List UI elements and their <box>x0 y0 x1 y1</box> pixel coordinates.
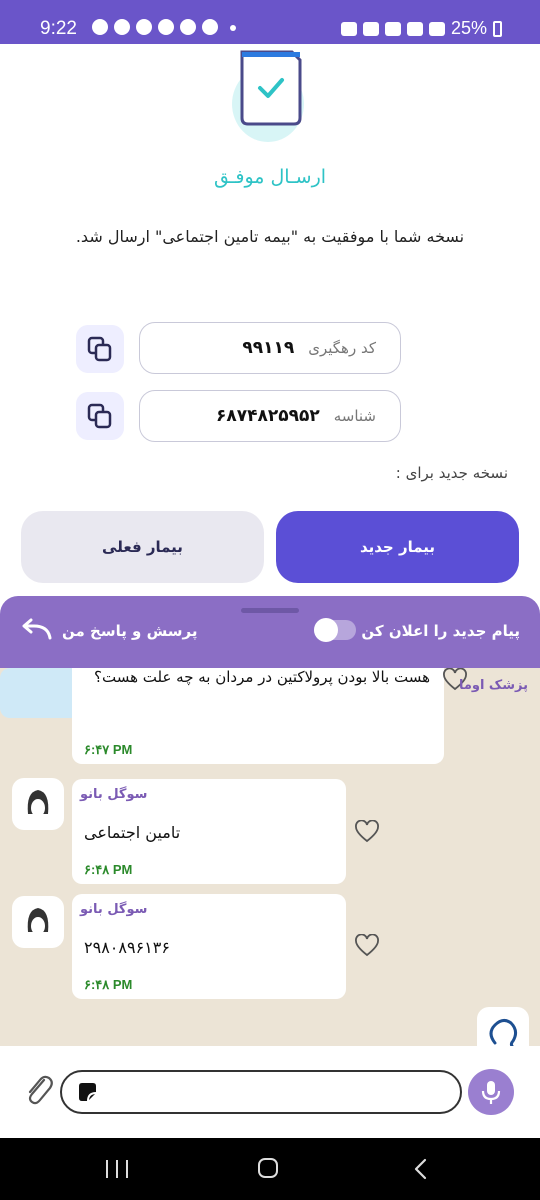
chat-messages[interactable]: هست بالا بودن پرولاکتین در مردان به چه ع… <box>0 668 540 1046</box>
paperclip-icon[interactable] <box>22 1072 54 1108</box>
heart-icon[interactable] <box>354 820 380 844</box>
home-button[interactable] <box>258 1158 278 1178</box>
message-text: هست بالا بودن پرولاکتین در مردان به چه ع… <box>94 668 430 686</box>
success-sheet: ارسـال موفـق نسخه شما با موفقیت به "بیمه… <box>0 44 540 584</box>
battery-icon <box>493 20 502 37</box>
eitaa-icon <box>180 19 196 35</box>
telegram-icon <box>92 19 108 35</box>
lte2-signal-icon <box>428 21 445 36</box>
id-field[interactable]: شناسه ۶۸۷۴۸۲۵۹۵۲ <box>139 390 401 442</box>
avatar[interactable] <box>12 778 64 830</box>
tracking-code-value: ۹۹۱۱۹ <box>242 338 295 358</box>
drag-handle[interactable] <box>241 608 299 613</box>
more-notifications-icon <box>230 25 236 31</box>
avatar[interactable] <box>12 896 64 948</box>
notify-label: پیام جدید را اعلان کن <box>361 622 520 640</box>
qa-label[interactable]: پرسش و پاسخ من <box>62 622 198 640</box>
tracking-code-field[interactable]: کد رهگیری ۹۹۱۱۹ <box>139 322 401 374</box>
ooma-logo-icon <box>489 1018 518 1046</box>
sticker-icon[interactable] <box>76 1081 98 1103</box>
message-time: ۶:۴۸ PM <box>84 862 133 877</box>
tracking-code-label: کد رهگیری <box>308 339 376 357</box>
notify-toggle[interactable] <box>314 618 356 642</box>
message-input-box[interactable] <box>60 1070 462 1114</box>
copy-icon <box>87 403 112 429</box>
copy-tracking-button[interactable] <box>76 325 124 373</box>
copy-icon <box>87 336 112 362</box>
chat-icon <box>158 19 174 35</box>
shield-icon <box>136 19 152 35</box>
mute-icon <box>362 21 379 36</box>
user-avatar-icon <box>27 790 49 817</box>
sender-name: سوگل بانو <box>80 902 148 917</box>
current-patient-button[interactable]: بیمار فعلی <box>21 511 264 583</box>
back-button[interactable] <box>412 1158 428 1180</box>
message-composer <box>0 1046 540 1138</box>
system-nav-bar <box>0 1138 540 1200</box>
message-input[interactable] <box>108 1078 448 1106</box>
sheet-divider-dots[interactable] <box>255 587 285 593</box>
system-icons: 25% <box>340 18 502 39</box>
document-check-icon <box>232 50 304 142</box>
message-bubble[interactable]: سوگل بانو تامین اجتماعی ۶:۴۸ PM <box>72 779 346 884</box>
toggle-knob <box>314 618 338 642</box>
message-text: تامین اجتماعی <box>84 823 181 842</box>
message-bubble[interactable]: سوگل بانو ۲۹۸۰۸۹۶۱۳۶ ۶:۴۸ PM <box>72 894 346 999</box>
battery-percent: 25% <box>450 18 487 38</box>
new-patient-button[interactable]: بیمار جدید <box>276 511 519 583</box>
chat-header: پیام جدید را اعلان کن پرسش و پاسخ من <box>0 596 540 668</box>
message-time: ۶:۴۷ PM <box>84 742 133 757</box>
id-label: شناسه <box>333 407 376 425</box>
message-bubble[interactable]: هست بالا بودن پرولاکتین در مردان به چه ع… <box>72 668 444 764</box>
wifi-icon <box>384 21 401 36</box>
status-bar: 9:22 25% <box>0 0 540 44</box>
recent-apps-button[interactable] <box>106 1160 128 1178</box>
mic-icon <box>481 1081 501 1104</box>
user-avatar-icon <box>27 908 49 935</box>
success-message: نسخه شما با موفقیت به "بیمه تامین اجتماع… <box>75 227 465 246</box>
sender-name: پزشک اوما <box>458 678 528 693</box>
heart-icon[interactable] <box>354 934 380 958</box>
mic-button[interactable] <box>468 1069 514 1115</box>
success-title: ارسـال موفـق <box>213 166 327 188</box>
back-arrow-icon[interactable] <box>18 618 54 642</box>
message-time: ۶:۴۸ PM <box>84 977 133 992</box>
alarm-icon <box>340 21 357 36</box>
notification-icons <box>92 19 236 35</box>
doctor-avatar[interactable] <box>477 1007 529 1046</box>
sender-name: سوگل بانو <box>80 787 148 802</box>
message-text: ۲۹۸۰۸۹۶۱۳۶ <box>84 938 170 957</box>
new-prescription-label: نسخه جدید برای : <box>395 464 508 482</box>
instagram-icon <box>202 19 218 35</box>
lte1-signal-icon <box>406 21 423 36</box>
snapchat-icon <box>114 19 130 35</box>
id-value: ۶۸۷۴۸۲۵۹۵۲ <box>215 406 320 426</box>
copy-id-button[interactable] <box>76 392 124 440</box>
status-time: 9:22 <box>40 18 77 39</box>
